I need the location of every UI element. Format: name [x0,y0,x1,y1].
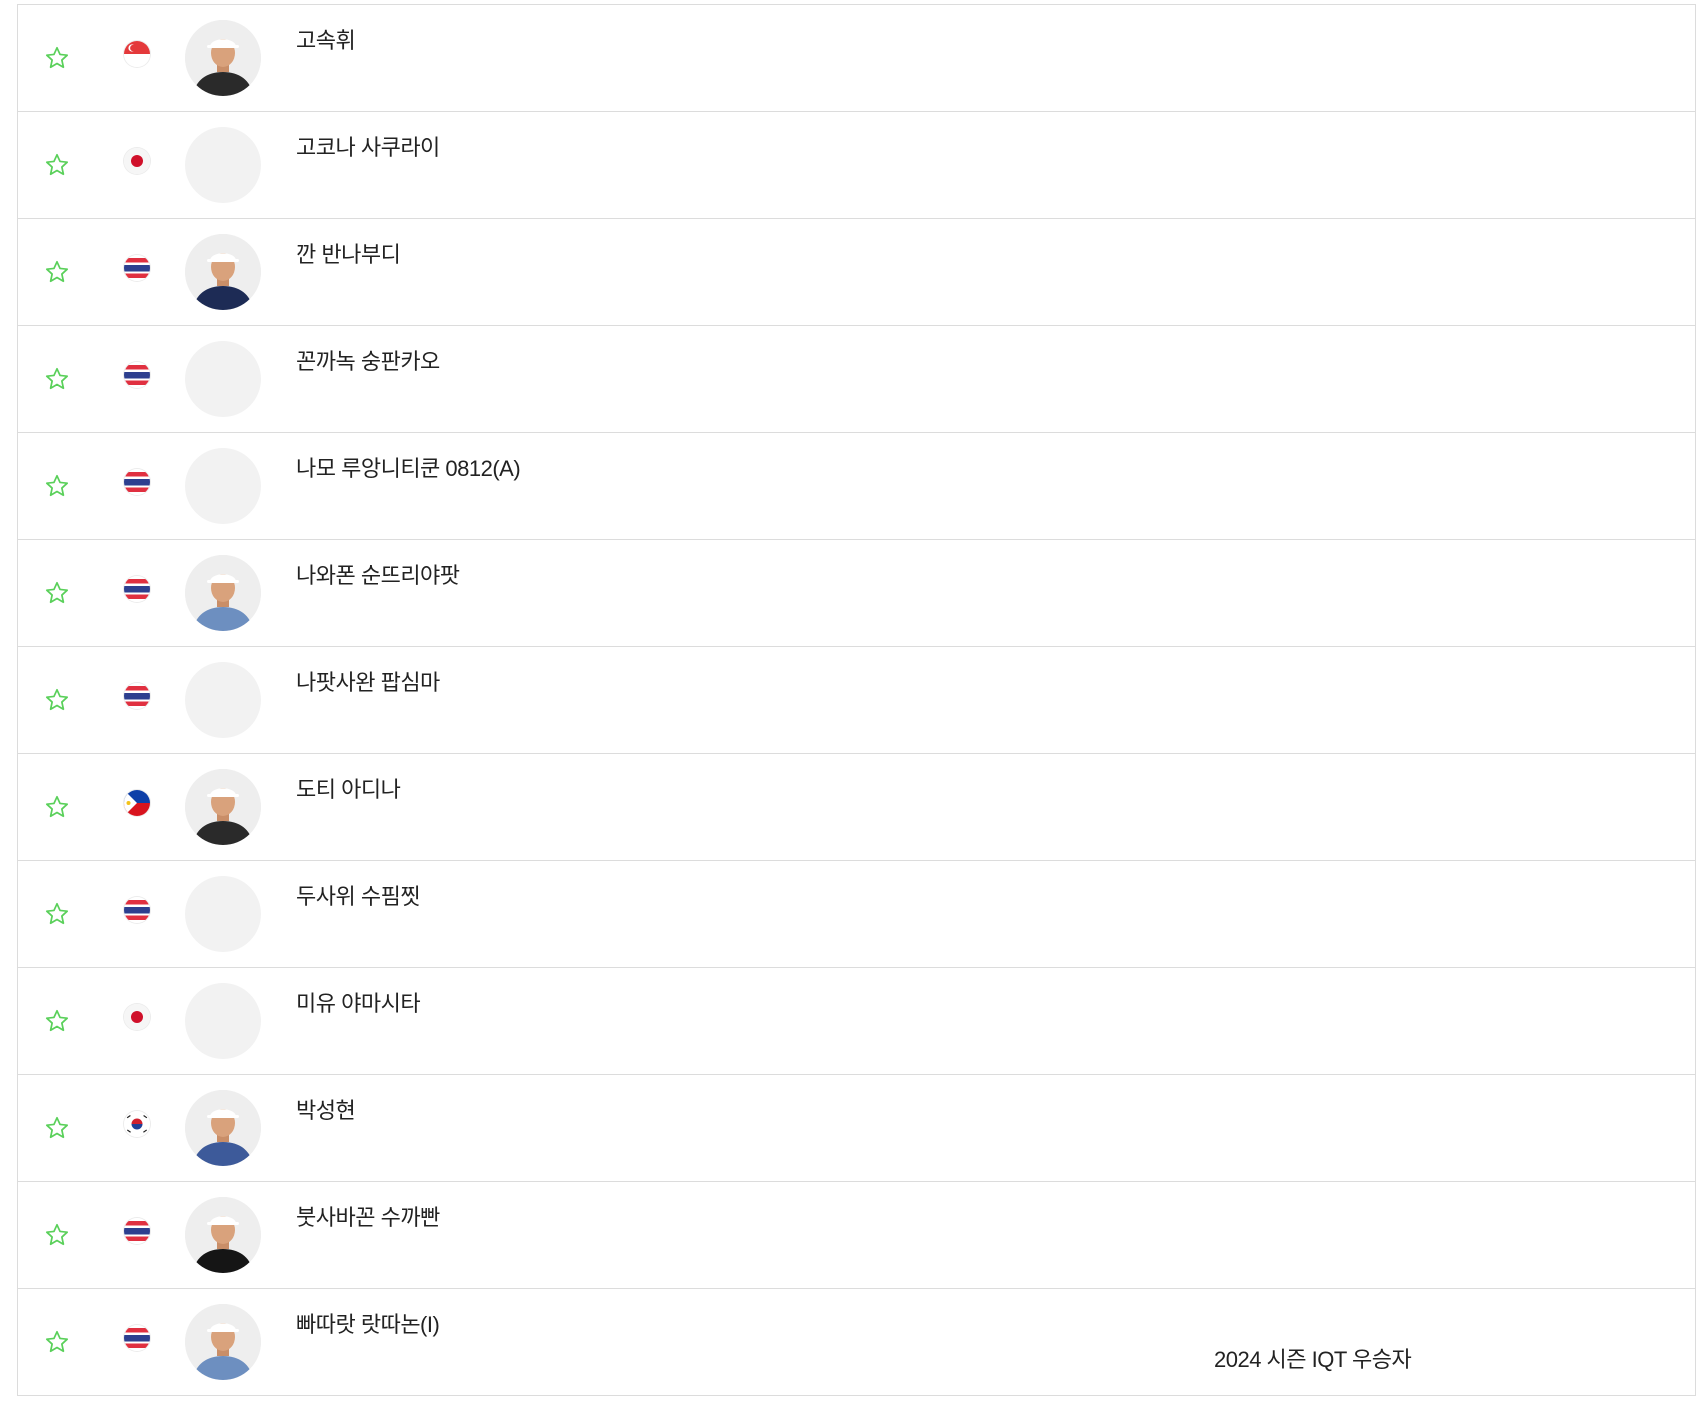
player-avatar[interactable] [185,1197,261,1273]
player-name[interactable]: 고속휘 [296,23,356,55]
thailand-flag-icon [124,1218,150,1244]
player-row[interactable]: 도티 아디나 [18,754,1695,861]
player-row[interactable]: 붓사바꼰 수까빤 [18,1182,1695,1289]
thailand-flag-icon [124,1325,150,1351]
player-name[interactable]: 꼰까녹 숭판카오 [296,344,440,376]
favorite-star-icon[interactable] [44,1329,70,1355]
favorite-star-icon[interactable] [44,45,70,71]
favorite-star-icon[interactable] [44,473,70,499]
player-row[interactable]: 미유 야마시타 [18,968,1695,1075]
avatar-placeholder[interactable] [185,341,261,417]
player-row[interactable]: 고코나 사쿠라이 [18,112,1695,219]
avatar-placeholder[interactable] [185,876,261,952]
player-avatar[interactable] [185,1304,261,1380]
player-name[interactable]: 나와폰 순뜨리야팟 [296,558,460,590]
thailand-flag-icon [124,897,150,923]
player-name[interactable]: 도티 아디나 [296,772,401,804]
player-name[interactable]: 빠따랏 랏따논(I) [296,1307,440,1339]
player-avatar[interactable] [185,1090,261,1166]
player-list: 고속휘고코나 사쿠라이깐 반나부디꼰까녹 숭판카오나모 루앙니티쿤 0812(A… [17,4,1696,1396]
favorite-star-icon[interactable] [44,1115,70,1141]
favorite-star-icon[interactable] [44,580,70,606]
player-name[interactable]: 고코나 사쿠라이 [296,130,440,162]
favorite-star-icon[interactable] [44,259,70,285]
favorite-star-icon[interactable] [44,901,70,927]
player-row[interactable]: 빠따랏 랏따논(I) 2024 시즌 IQT 우승자 [18,1289,1695,1396]
favorite-star-icon[interactable] [44,1222,70,1248]
player-avatar[interactable] [185,769,261,845]
avatar-placeholder[interactable] [185,127,261,203]
avatar-placeholder[interactable] [185,448,261,524]
thailand-flag-icon [124,683,150,709]
player-name[interactable]: 나팟사완 팝심마 [296,665,440,697]
player-avatar[interactable] [185,555,261,631]
singapore-flag-icon [124,41,150,67]
favorite-star-icon[interactable] [44,366,70,392]
japan-flag-icon [124,1004,150,1030]
favorite-star-icon[interactable] [44,152,70,178]
player-name[interactable]: 두사위 수핌찟 [296,879,421,911]
player-name[interactable]: 나모 루앙니티쿤 0812(A) [296,451,521,483]
player-row[interactable]: 꼰까녹 숭판카오 [18,326,1695,433]
player-row[interactable]: 나모 루앙니티쿤 0812(A) [18,433,1695,540]
player-name[interactable]: 깐 반나부디 [296,237,401,269]
thailand-flag-icon [124,255,150,281]
favorite-star-icon[interactable] [44,687,70,713]
player-note: 2024 시즌 IQT 우승자 [1214,1347,1412,1372]
thailand-flag-icon [124,362,150,388]
thailand-flag-icon [124,469,150,495]
favorite-star-icon[interactable] [44,794,70,820]
player-row[interactable]: 나와폰 순뜨리야팟 [18,540,1695,647]
favorite-star-icon[interactable] [44,1008,70,1034]
player-row[interactable]: 깐 반나부디 [18,219,1695,326]
player-name[interactable]: 붓사바꼰 수까빤 [296,1200,440,1232]
avatar-placeholder[interactable] [185,662,261,738]
player-name[interactable]: 박성현 [296,1093,356,1125]
player-row[interactable]: 나팟사완 팝심마 [18,647,1695,754]
philippines-flag-icon [124,790,150,816]
player-row[interactable]: 고속휘 [18,5,1695,112]
player-avatar[interactable] [185,234,261,310]
player-avatar[interactable] [185,20,261,96]
player-row[interactable]: 두사위 수핌찟 [18,861,1695,968]
korea-flag-icon [124,1111,150,1137]
player-name[interactable]: 미유 야마시타 [296,986,421,1018]
thailand-flag-icon [124,576,150,602]
player-row[interactable]: 박성현 [18,1075,1695,1182]
japan-flag-icon [124,148,150,174]
avatar-placeholder[interactable] [185,983,261,1059]
